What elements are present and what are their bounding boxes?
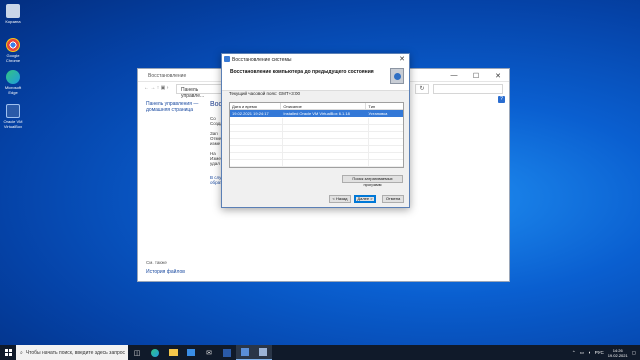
dialog-header: Восстановление компьютера до предыдущего… <box>222 65 409 91</box>
minimize-button[interactable]: — <box>443 69 465 82</box>
desktop-icon-recycle-bin[interactable]: Корзина <box>2 4 24 24</box>
scan-affected-programs-button[interactable]: Поиск затрагиваемых программ <box>342 175 403 187</box>
file-history-link[interactable]: История файлов <box>146 269 185 275</box>
start-system-restore-row[interactable]: Зап Отме изме <box>210 131 221 146</box>
empty-rows <box>230 118 403 167</box>
task-view-icon[interactable]: ◫ <box>128 345 146 360</box>
system-restore-dialog: Восстановление системы ✕ Восстановление … <box>221 53 410 208</box>
clock-date: 19.02.2021 <box>607 352 628 358</box>
help-icon[interactable]: ? <box>498 96 505 103</box>
refresh-button[interactable]: ↻ <box>415 84 429 94</box>
network-icon[interactable]: ▭ <box>580 350 584 356</box>
notifications-icon[interactable]: ▢ <box>632 350 636 356</box>
table-row[interactable]: 19.02.2021 19:24:17 Installed Oracle VM … <box>230 110 403 117</box>
language-indicator[interactable]: РУС <box>595 350 604 355</box>
windows-icon <box>4 349 12 356</box>
start-button[interactable] <box>0 345 16 360</box>
column-header-date[interactable]: Дата и время <box>230 103 282 109</box>
system-tray: ⌃ ▭ ◖ РУС 14:26 19.02.2021 ▢ <box>572 345 636 360</box>
dialog-titlebar: Восстановление системы ✕ <box>222 54 409 65</box>
search-icon: ⌕ <box>20 349 23 356</box>
file-explorer-icon[interactable] <box>164 345 182 360</box>
mail-icon[interactable]: ✉ <box>200 345 218 360</box>
cancel-button[interactable]: Отмена <box>382 195 404 203</box>
column-divider <box>282 118 283 167</box>
timezone-label: Текущий часовой пояс: GMT+3:00 <box>229 91 301 96</box>
taskbar-search-input[interactable]: ⌕ Чтобы начать поиск, введите здесь запр… <box>16 345 128 360</box>
maximize-button[interactable]: ☐ <box>465 69 487 82</box>
desktop-icon-edge[interactable]: Microsoft Edge <box>2 70 24 95</box>
desktop-icon-label: Корзина <box>5 19 21 24</box>
taskbar: ⌕ Чтобы начать поиск, введите здесь запр… <box>0 345 640 360</box>
navigation-buttons[interactable]: ← → ↑ ▣ › <box>144 85 168 91</box>
close-button[interactable]: ✕ <box>487 69 509 82</box>
edge-taskbar-icon[interactable] <box>146 345 164 360</box>
column-header-description[interactable]: Описание <box>281 103 367 109</box>
volume-icon[interactable]: ◖ <box>588 350 591 355</box>
show-hidden-icons-button[interactable]: ⌃ <box>572 350 576 356</box>
desktop-icon-label: Microsoft Edge <box>4 85 22 95</box>
search-input[interactable] <box>433 84 503 94</box>
store-icon[interactable] <box>182 345 200 360</box>
system-restore-taskbar-icon[interactable] <box>254 345 272 360</box>
cell-description: Installed Oracle VM VirtualBox 6.1.18 <box>283 111 350 116</box>
desktop-icon-chrome[interactable]: Google Chrome <box>2 38 24 63</box>
shield-icon <box>224 56 230 62</box>
address-input[interactable]: Панель управле... <box>176 84 226 99</box>
search-placeholder: Чтобы начать поиск, введите здесь запрос <box>25 349 126 356</box>
system-restore-icon <box>390 68 404 84</box>
virtualbox-taskbar-icon[interactable] <box>218 345 236 360</box>
column-divider <box>368 118 369 167</box>
see-also-label: См. также <box>146 260 167 265</box>
recovery-window-title: Восстановление <box>148 73 187 79</box>
control-panel-taskbar-icon[interactable] <box>236 345 254 360</box>
next-button[interactable]: Далее > <box>354 195 376 203</box>
dialog-heading: Восстановление компьютера до предыдущего… <box>230 69 374 75</box>
dialog-title: Восстановление системы <box>232 57 292 63</box>
restore-points-table[interactable]: Дата и время Описание Тип 19.02.2021 19:… <box>229 102 404 168</box>
cell-date: 19.02.2021 19:24:17 <box>232 111 269 116</box>
edge-icon <box>6 70 20 84</box>
control-panel-home-link[interactable]: Панель управления — домашняя страница <box>146 101 206 113</box>
configure-system-restore-row[interactable]: На Изме удал <box>210 151 221 166</box>
clock[interactable]: 14:26 19.02.2021 <box>608 348 628 358</box>
chrome-icon <box>6 38 20 52</box>
desktop-icon-label: Google Chrome <box>5 53 21 63</box>
desktop-icon-label: Oracle VM VirtualBox <box>3 119 23 129</box>
desktop-icon-virtualbox[interactable]: Oracle VM VirtualBox <box>2 104 24 129</box>
dialog-close-button[interactable]: ✕ <box>399 55 405 63</box>
back-button[interactable]: < Назад <box>329 195 351 203</box>
window-controls: — ☐ ✕ <box>443 69 509 82</box>
column-header-type[interactable]: Тип <box>366 103 403 109</box>
table-header: Дата и время Описание Тип <box>230 103 403 110</box>
recycle-bin-icon <box>6 4 20 18</box>
cell-type: Установка <box>368 111 388 116</box>
virtualbox-icon <box>6 104 20 118</box>
